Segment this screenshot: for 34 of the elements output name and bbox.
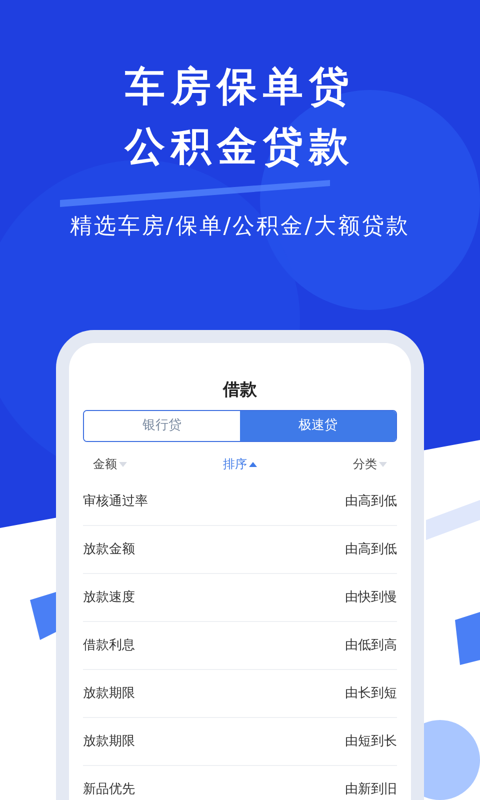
option-label: 借款利息 <box>83 636 135 655</box>
subtitle: 精选车房/保单/公积金/大额贷款 <box>70 213 410 241</box>
option-value: 由低到高 <box>345 636 397 655</box>
sort-option-row[interactable]: 新品优先 由新到旧 <box>83 766 397 800</box>
option-label: 放款期限 <box>83 732 135 751</box>
option-value: 由高到低 <box>345 492 397 511</box>
headline: 车房保单贷 <box>125 64 355 110</box>
option-value: 由快到慢 <box>345 588 397 607</box>
headline: 公积金贷款 <box>125 124 355 170</box>
option-value: 由长到短 <box>345 684 397 703</box>
filter-button[interactable]: 排序 <box>223 455 257 473</box>
option-label: 放款期限 <box>83 684 135 703</box>
stripe-shape <box>426 500 480 540</box>
sort-option-row[interactable]: 放款期限 由长到短 <box>83 670 397 718</box>
screen-title: 借款 <box>223 379 257 402</box>
filter-button[interactable]: 金额 <box>93 455 127 473</box>
option-value: 由高到低 <box>345 540 397 559</box>
option-value: 由新到旧 <box>345 780 397 799</box>
sort-option-row[interactable]: 放款速度 由快到慢 <box>83 574 397 622</box>
option-label: 新品优先 <box>83 780 135 799</box>
option-label: 放款速度 <box>83 588 135 607</box>
caret-up-icon <box>249 462 257 466</box>
filter-button[interactable]: 分类 <box>353 455 387 473</box>
sort-option-row[interactable]: 审核通过率 由高到低 <box>83 478 397 526</box>
stripe-shape <box>455 612 480 665</box>
caret-down-icon <box>379 462 387 466</box>
option-label: 审核通过率 <box>83 492 148 511</box>
option-value: 由短到长 <box>345 732 397 751</box>
sort-option-row[interactable]: 放款金额 由高到低 <box>83 526 397 574</box>
segment-tab[interactable]: 极速贷 <box>240 411 396 441</box>
sort-option-row[interactable]: 借款利息 由低到高 <box>83 622 397 670</box>
option-label: 放款金额 <box>83 540 135 559</box>
sort-option-row[interactable]: 放款期限 由短到长 <box>83 718 397 766</box>
caret-down-icon <box>119 462 127 466</box>
